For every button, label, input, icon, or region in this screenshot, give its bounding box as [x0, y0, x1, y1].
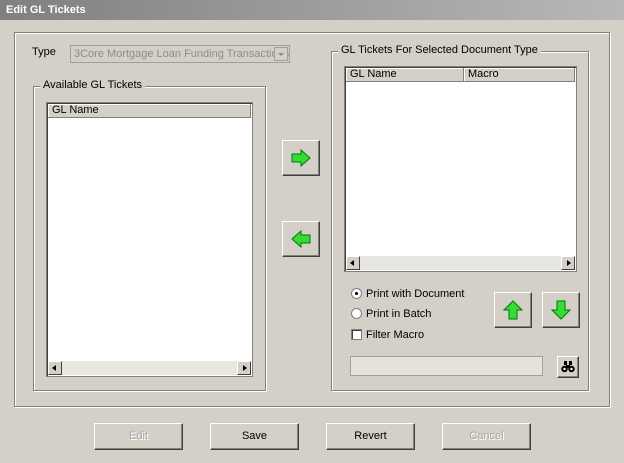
- arrow-left-icon: [291, 229, 311, 249]
- selected-gl-tickets-legend: GL Tickets For Selected Document Type: [338, 44, 541, 56]
- scroll-left-icon[interactable]: [346, 256, 360, 270]
- print-with-document-radio[interactable]: [351, 288, 362, 299]
- scroll-right-icon[interactable]: [561, 256, 575, 270]
- horizontal-scrollbar[interactable]: [48, 361, 251, 375]
- available-gl-tickets-list[interactable]: GL Name: [46, 102, 253, 377]
- arrow-up-icon: [503, 300, 523, 320]
- column-header-gl-name[interactable]: GL Name: [346, 68, 464, 81]
- scroll-left-icon[interactable]: [48, 361, 62, 375]
- list-header: GL Name: [48, 104, 251, 118]
- scroll-right-icon[interactable]: [237, 361, 251, 375]
- cancel-button[interactable]: Cancel: [442, 423, 531, 450]
- add-ticket-button[interactable]: [282, 140, 320, 176]
- chevron-down-icon[interactable]: [274, 47, 288, 61]
- window-title: Edit GL Tickets: [6, 4, 86, 16]
- column-header-macro[interactable]: Macro: [464, 68, 575, 81]
- move-down-button[interactable]: [542, 292, 580, 328]
- binoculars-icon: [561, 361, 575, 373]
- type-combobox-value: 3Core Mortgage Loan Funding Transactions: [74, 48, 290, 60]
- print-in-batch-radio[interactable]: [351, 308, 362, 319]
- column-header-gl-name[interactable]: GL Name: [48, 104, 251, 117]
- edit-button[interactable]: Edit: [94, 423, 183, 450]
- print-in-batch-label: Print in Batch: [366, 308, 432, 320]
- macro-filter-input[interactable]: [350, 356, 543, 376]
- filter-macro-label: Filter Macro: [366, 329, 425, 341]
- title-bar: Edit GL Tickets: [0, 0, 624, 20]
- revert-button[interactable]: Revert: [326, 423, 415, 450]
- list-header: GL Name Macro: [346, 68, 575, 82]
- type-combobox[interactable]: 3Core Mortgage Loan Funding Transactions: [70, 45, 290, 63]
- horizontal-scrollbar[interactable]: [346, 256, 575, 270]
- selected-gl-tickets-list[interactable]: GL Name Macro: [344, 66, 577, 272]
- filter-macro-checkbox[interactable]: [351, 329, 362, 340]
- remove-ticket-button[interactable]: [282, 221, 320, 257]
- arrow-down-icon: [551, 300, 571, 320]
- type-label: Type: [32, 46, 56, 58]
- print-with-document-label: Print with Document: [366, 288, 465, 300]
- available-gl-tickets-legend: Available GL Tickets: [40, 79, 146, 91]
- save-button[interactable]: Save: [210, 423, 299, 450]
- arrow-right-icon: [291, 148, 311, 168]
- move-up-button[interactable]: [494, 292, 532, 328]
- find-macro-button[interactable]: [557, 356, 579, 378]
